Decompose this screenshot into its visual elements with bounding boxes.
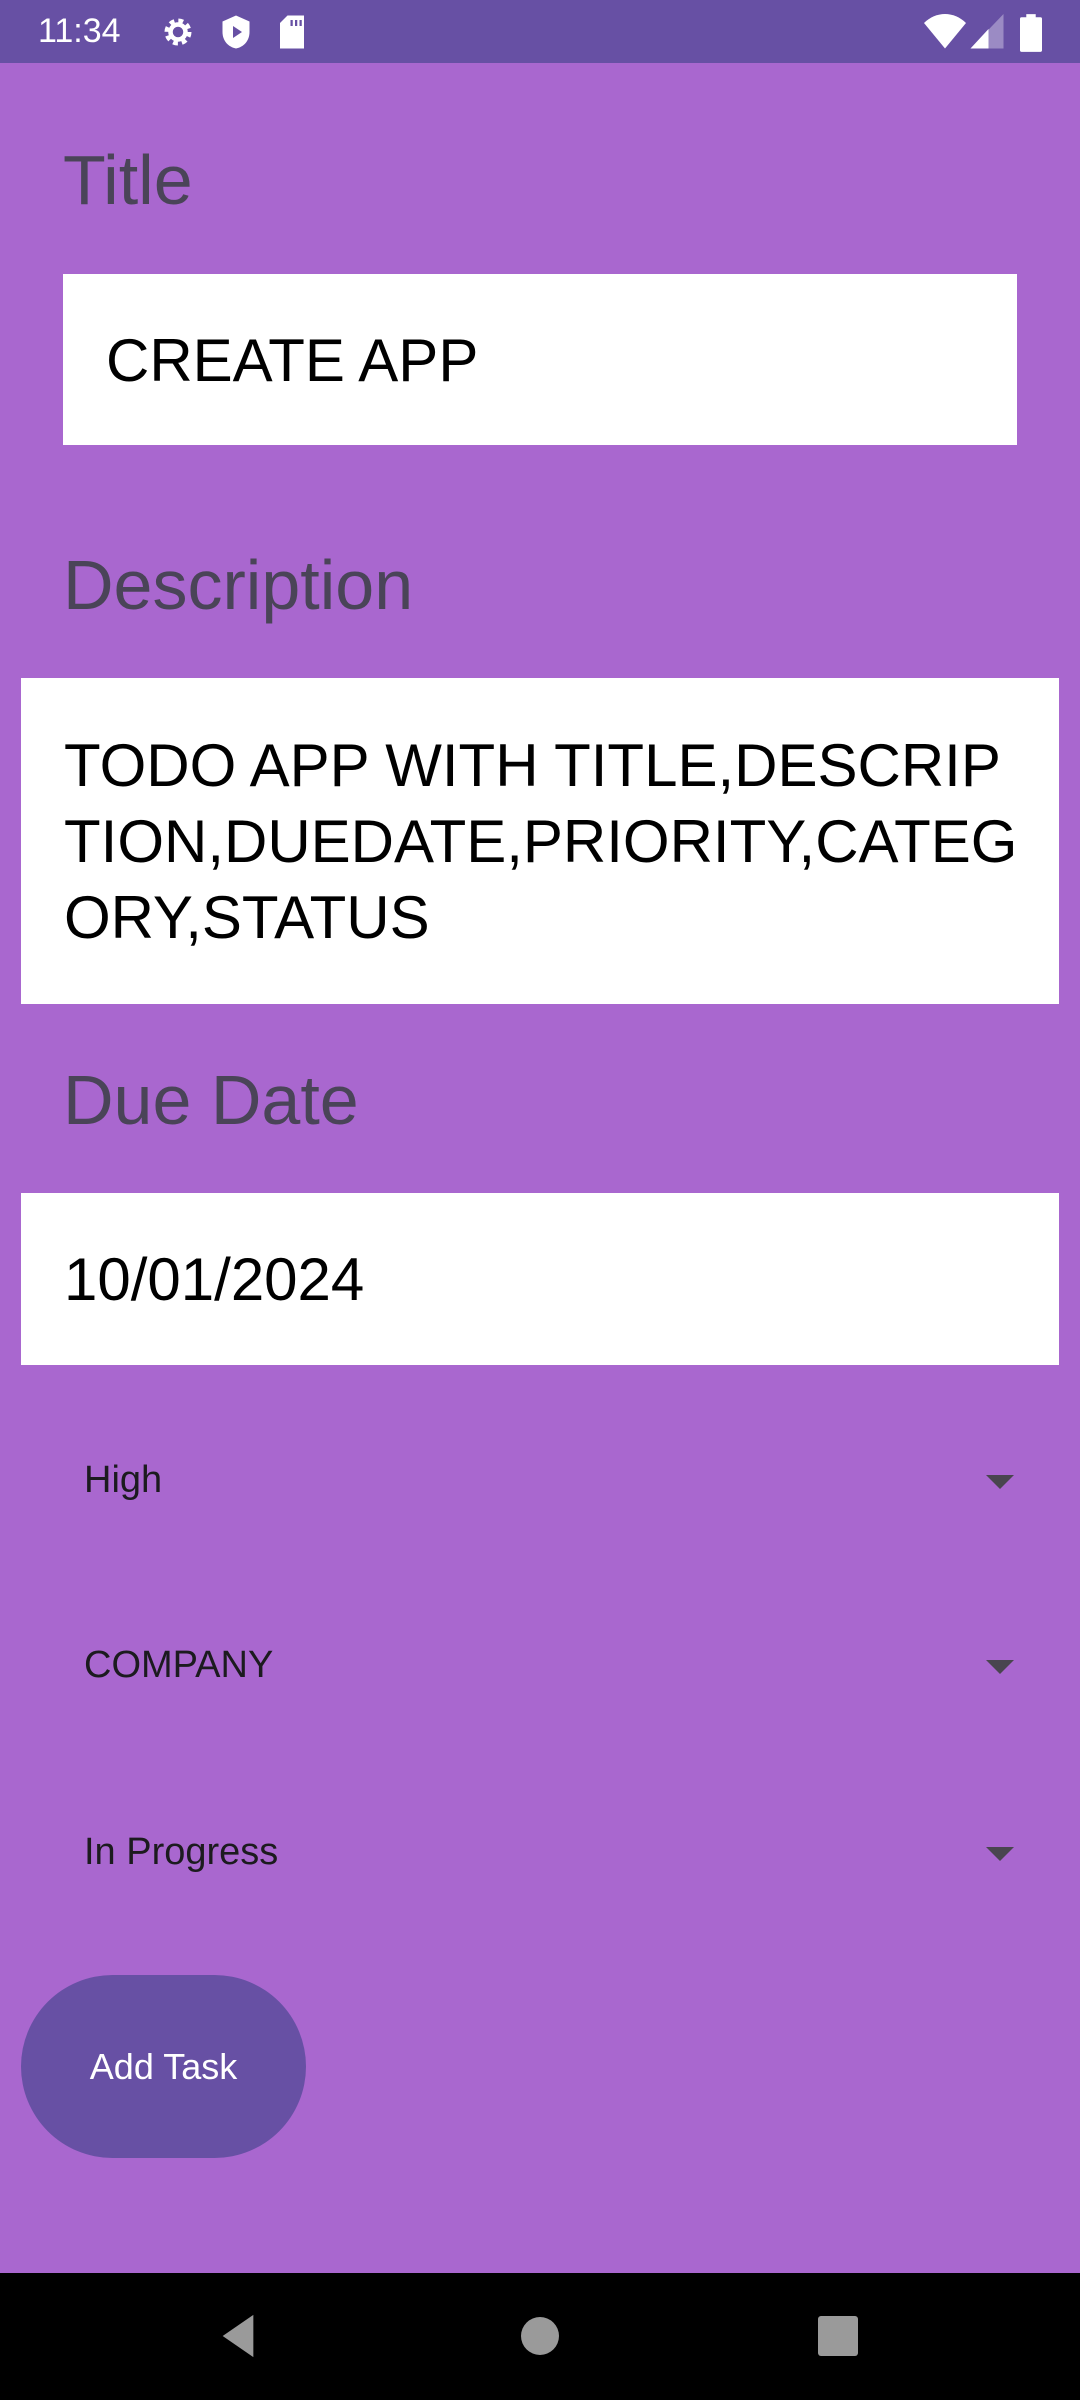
navigation-bar — [0, 2273, 1080, 2400]
status-dropdown[interactable]: In Progress — [84, 1813, 1014, 1893]
status-selected: In Progress — [84, 1831, 279, 1873]
status-time: 11:34 — [38, 12, 121, 50]
signal-icon — [970, 14, 1004, 49]
description-input[interactable]: TODO APP WITH TITLE,DESCRIPTION,DUEDATE,… — [21, 678, 1059, 1004]
back-icon[interactable] — [218, 2313, 258, 2359]
due-date-label: Due Date — [63, 1061, 359, 1139]
sd-card-icon — [280, 15, 304, 49]
recents-icon[interactable] — [818, 2316, 858, 2356]
category-dropdown[interactable]: COMPANY — [84, 1626, 1014, 1706]
category-selected: COMPANY — [84, 1644, 274, 1686]
title-label: Title — [63, 141, 193, 219]
add-task-button[interactable]: Add Task — [21, 1975, 306, 2158]
priority-dropdown[interactable]: High — [84, 1441, 1014, 1521]
due-date-input[interactable]: 10/01/2024 — [21, 1193, 1059, 1365]
chevron-down-icon — [986, 1475, 1014, 1489]
priority-selected: High — [84, 1459, 163, 1501]
chevron-down-icon — [986, 1660, 1014, 1674]
shield-play-icon — [222, 15, 250, 49]
home-icon[interactable] — [520, 2316, 560, 2356]
settings-icon — [164, 18, 192, 46]
battery-icon — [1020, 14, 1042, 52]
status-bar: 11:34 — [0, 0, 1080, 63]
title-input[interactable]: CREATE APP — [63, 274, 1017, 445]
description-label: Description — [63, 546, 414, 624]
wifi-icon — [924, 14, 966, 49]
chevron-down-icon — [986, 1847, 1014, 1861]
